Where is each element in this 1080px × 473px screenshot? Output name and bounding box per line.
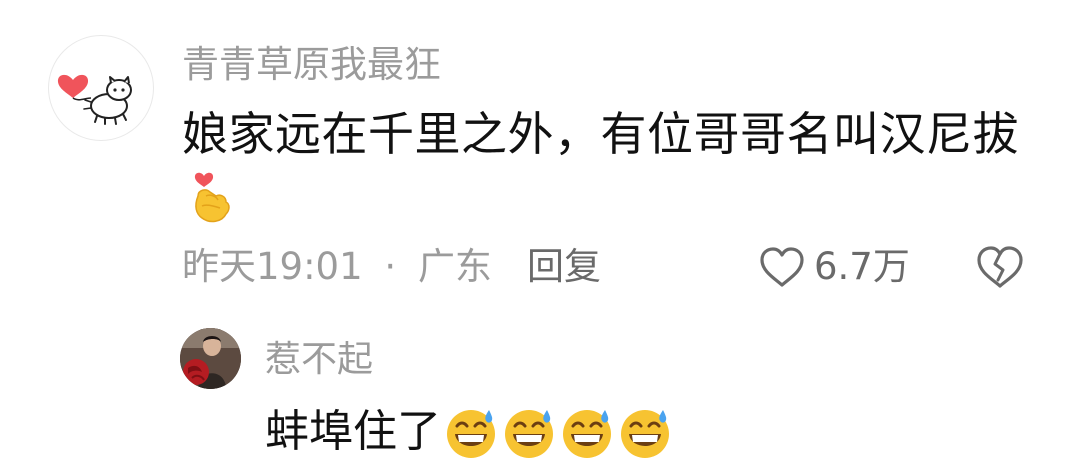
comment-thread: 青青草原我最狂 娘家远在千里之外，有位哥哥名叫汉尼拔 昨天19:01 · 广东 … (0, 0, 1080, 473)
comment-username[interactable]: 青青草原我最狂 (182, 40, 441, 90)
reply-username[interactable]: 惹不起 (265, 336, 373, 384)
comment-location: 广东 (417, 245, 492, 288)
grinning-sweat-icon (563, 410, 611, 458)
like-count: 6.7万 (814, 245, 910, 288)
grinning-sweat-icon (447, 410, 495, 458)
comment-time: 昨天19:01 (182, 245, 363, 288)
heart-outline-icon (760, 247, 804, 287)
reply-text: 蚌埠住了 (265, 406, 441, 457)
meta-separator: · (384, 245, 397, 288)
comment-meta: 昨天19:01 · 广东 (182, 240, 492, 294)
person-with-rose-icon (180, 328, 241, 389)
broken-heart-icon[interactable] (975, 244, 1025, 290)
reply-button[interactable]: 回复 (527, 240, 601, 294)
reply-avatar[interactable] (180, 328, 241, 389)
grinning-sweat-icon (621, 410, 669, 458)
grinning-sweat-icon (505, 410, 553, 458)
like-button[interactable]: 6.7万 (758, 240, 910, 294)
comment-content: 娘家远在千里之外，有位哥哥名叫汉尼拔 (182, 107, 1019, 161)
reply-content: 蚌埠住了 (265, 400, 673, 464)
avatar[interactable] (48, 35, 154, 141)
finger-heart-icon (194, 172, 230, 223)
dog-with-balloon-icon (57, 74, 132, 125)
